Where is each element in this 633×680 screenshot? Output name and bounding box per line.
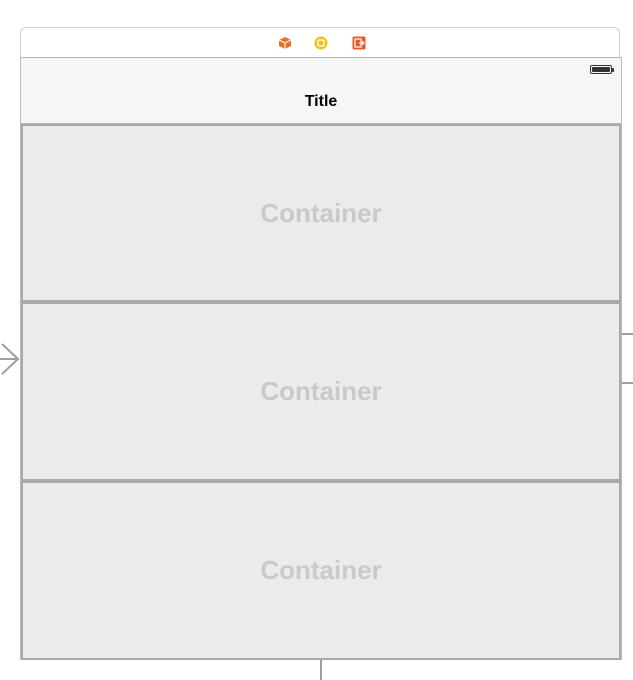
embed-segue-connector[interactable]	[622, 333, 633, 335]
embed-segue-connector[interactable]	[320, 659, 322, 680]
container-view[interactable]: Container	[21, 302, 621, 481]
view-controller-scene[interactable]: Title Container Container Container	[20, 57, 622, 660]
view-controller-icon[interactable]	[278, 36, 292, 50]
embed-segue-connector[interactable]	[622, 382, 633, 384]
container-view[interactable]: Container	[21, 124, 621, 302]
navigation-title[interactable]: Title	[21, 93, 621, 111]
container-label: Container	[260, 555, 382, 585]
container-label: Container	[260, 197, 382, 228]
exit-icon[interactable]	[352, 36, 366, 50]
container-view[interactable]: Container	[21, 481, 621, 660]
entry-point-arrow-icon[interactable]	[0, 342, 22, 376]
container-label: Container	[260, 376, 382, 406]
navigation-bar[interactable]: Title	[21, 58, 621, 124]
storyboard-canvas: Title Container Container Container	[0, 0, 633, 680]
battery-icon	[590, 65, 612, 74]
first-responder-icon[interactable]	[314, 36, 328, 50]
scene-dock	[20, 27, 620, 57]
